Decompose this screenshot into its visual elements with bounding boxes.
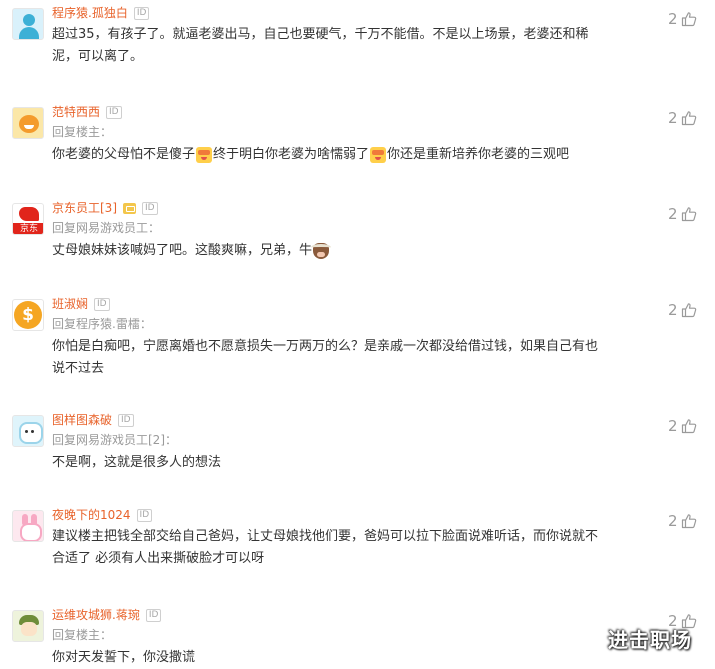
- comment-header: 图样图森破 ID: [52, 413, 134, 427]
- like-count: 2: [668, 205, 678, 223]
- comment-header: 范特西西 ID: [52, 105, 122, 119]
- like-count: 2: [668, 301, 678, 319]
- thumbs-up-icon: [681, 12, 696, 27]
- comment-text: 超过35，有孩子了。就逼老婆出马，自己也要硬气，千万不能借。不是以上场景，老婆还…: [52, 27, 589, 42]
- comment-header: 运维攻城狮.蒋琬 ID: [52, 608, 162, 622]
- username-link[interactable]: 夜晚下的1024: [52, 508, 131, 522]
- like-button[interactable]: 2: [668, 109, 697, 127]
- comment-text: 泥，可以离了。: [52, 49, 144, 64]
- avatar-eye: [31, 430, 34, 433]
- bunny-avatar[interactable]: [12, 510, 44, 542]
- comment-line: 建议楼主把钱全部交给自己爸妈，让丈母娘找他们要，爸妈可以拉下脸面说难听话，而你说…: [52, 526, 662, 548]
- id-badge: ID: [142, 201, 158, 215]
- comment-header: 程序猿.孤独白 ID: [52, 6, 150, 20]
- comment-text: 你还是重新培养你老婆的三观吧: [387, 147, 570, 162]
- jd-logo-avatar[interactable]: 京东: [12, 203, 44, 235]
- avatar-figure: [19, 422, 43, 444]
- character-avatar[interactable]: [12, 610, 44, 642]
- comment-line: 说不过去: [52, 358, 662, 380]
- like-count: 2: [668, 417, 678, 435]
- comment-line: 泥，可以离了。: [52, 46, 662, 68]
- reply-to-label: 回复楼主：: [52, 628, 113, 642]
- level-badge-icon: [123, 202, 136, 214]
- comment-line: 超过35，有孩子了。就逼老婆出马，自己也要硬气，千万不能借。不是以上场景，老婆还…: [52, 24, 662, 46]
- id-badge: ID: [94, 297, 110, 311]
- comment-line: 你怕是白痴吧，宁愿离婚也不愿意损失一万两万的么？是亲戚一次都没给借过钱，如果自己…: [52, 336, 662, 358]
- avatar-body: [19, 27, 39, 39]
- like-count: 2: [668, 512, 678, 530]
- coin-avatar[interactable]: $: [12, 299, 44, 331]
- comment-content: 你对天发誓下，你没撒谎: [52, 647, 662, 669]
- thumbs-up-icon: [681, 419, 696, 434]
- reply-to-label: 回复网易游戏员工[2]：: [52, 433, 177, 447]
- comment-content: 你老婆的父母怕不是傻子 终于明白你老婆为啥懦弱了 你还是重新培养你老婆的三观吧: [52, 144, 662, 166]
- avatar-face: [21, 622, 37, 636]
- jd-dog-shape: [19, 207, 39, 221]
- person-avatar[interactable]: [12, 8, 44, 40]
- comment-content: 不是啊，这就是很多人的想法: [52, 452, 662, 474]
- comment-content: 丈母娘妹妹该喊妈了吧。这酸爽嘛，兄弟，牛: [52, 240, 662, 262]
- comment-text: 合适了 必须有人出来撕破脸才可以呀: [52, 551, 265, 566]
- avatar-eye: [25, 430, 28, 433]
- facepalm-emoji: [196, 147, 213, 163]
- comment-line: 你老婆的父母怕不是傻子 终于明白你老婆为啥懦弱了 你还是重新培养你老婆的三观吧: [52, 144, 662, 166]
- thumbs-up-icon: [681, 303, 696, 318]
- comment-line: 你对天发誓下，你没撒谎: [52, 647, 662, 669]
- comment-text: 说不过去: [52, 361, 105, 376]
- id-badge: ID: [118, 413, 134, 427]
- thumbs-up-icon: [681, 514, 696, 529]
- comment-text: 终于明白你老婆为啥懦弱了: [213, 147, 370, 162]
- comment-text: 你对天发誓下，你没撒谎: [52, 650, 196, 665]
- comment-line: 不是啊，这就是很多人的想法: [52, 452, 662, 474]
- username-link[interactable]: 班淑娴: [52, 297, 88, 311]
- id-badge: ID: [136, 508, 153, 522]
- like-button[interactable]: 2: [668, 10, 697, 28]
- jd-logo-text: 京东: [13, 223, 43, 234]
- bunny-head: [20, 523, 42, 541]
- comment-text: 不是啊，这就是很多人的想法: [52, 455, 222, 470]
- id-badge: ID: [145, 608, 162, 622]
- comment-text: 丈母娘妹妹该喊妈了吧。这酸爽嘛，兄弟，牛: [52, 243, 313, 258]
- comment-text: 你老婆的父母怕不是傻子: [52, 147, 196, 162]
- thumbs-up-icon: [681, 207, 696, 222]
- reply-to-label: 回复楼主：: [52, 125, 113, 139]
- id-badge: ID: [106, 105, 122, 119]
- comment-text: 你怕是白痴吧，宁愿离婚也不愿意损失一万两万的么？是亲戚一次都没给借过钱，如果自己…: [52, 339, 599, 354]
- like-button[interactable]: 2: [668, 205, 697, 223]
- avatar-face: [19, 115, 39, 133]
- comment-content: 超过35，有孩子了。就逼老婆出马，自己也要硬气，千万不能借。不是以上场景，老婆还…: [52, 24, 662, 68]
- watermark: 进击职场: [608, 628, 692, 652]
- like-button[interactable]: 2: [668, 301, 697, 319]
- username-link[interactable]: 范特西西: [52, 105, 100, 119]
- facepalm-emoji: [370, 147, 387, 163]
- reply-to-label: 回复程序猿.雷檑：: [52, 317, 152, 331]
- like-count: 2: [668, 10, 678, 28]
- comment-line: 丈母娘妹妹该喊妈了吧。这酸爽嘛，兄弟，牛: [52, 240, 662, 262]
- comment-header: 京东员工[3] ID: [52, 201, 158, 215]
- username-link[interactable]: 图样图森破: [52, 413, 112, 427]
- comment-header: 夜晚下的1024 ID: [52, 508, 153, 522]
- avatar-head: [23, 14, 35, 26]
- smile-face-avatar[interactable]: [12, 107, 44, 139]
- username-link[interactable]: 京东员工[3]: [52, 201, 117, 215]
- username-link[interactable]: 运维攻城狮.蒋琬: [52, 608, 140, 622]
- comment-text: 建议楼主把钱全部交给自己爸妈，让丈母娘找他们要，爸妈可以拉下脸面说难听话，而你说…: [52, 529, 599, 544]
- like-count: 2: [668, 109, 678, 127]
- comment-content: 建议楼主把钱全部交给自己爸妈，让丈母娘找他们要，爸妈可以拉下脸面说难听话，而你说…: [52, 526, 662, 570]
- cow-emoji: [311, 243, 332, 259]
- cartoon-avatar[interactable]: [12, 415, 44, 447]
- comment-header: 班淑娴 ID: [52, 297, 110, 311]
- like-button[interactable]: 2: [668, 512, 697, 530]
- username-link[interactable]: 程序猿.孤独白: [52, 6, 128, 20]
- coin-symbol: $: [14, 301, 42, 329]
- thumbs-up-icon: [681, 111, 696, 126]
- like-button[interactable]: 2: [668, 417, 697, 435]
- id-badge: ID: [133, 6, 150, 20]
- comment-line: 合适了 必须有人出来撕破脸才可以呀: [52, 548, 662, 570]
- comment-content: 你怕是白痴吧，宁愿离婚也不愿意损失一万两万的么？是亲戚一次都没给借过钱，如果自己…: [52, 336, 662, 380]
- reply-to-label: 回复网易游戏员工：: [52, 221, 161, 235]
